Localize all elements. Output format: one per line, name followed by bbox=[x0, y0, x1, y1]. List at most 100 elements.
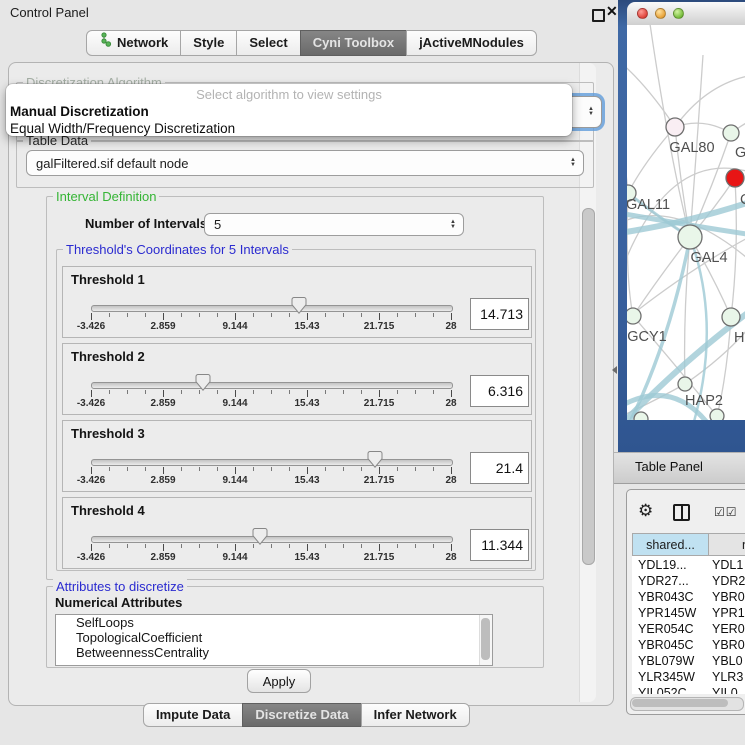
slider-tick bbox=[325, 544, 326, 548]
number-of-intervals-value: 5 bbox=[214, 217, 221, 232]
table-row[interactable]: YBL079WYBL0 bbox=[632, 653, 745, 669]
slider-tick bbox=[415, 390, 416, 394]
slider-tick bbox=[361, 390, 362, 394]
threshold-label: Threshold 2 bbox=[71, 349, 145, 364]
slider-tick bbox=[433, 544, 434, 548]
network-node[interactable] bbox=[666, 118, 684, 136]
threshold-label: Threshold 3 bbox=[71, 426, 145, 441]
tick-label: 9.144 bbox=[222, 475, 247, 486]
table-row[interactable]: YPR145WYPR1 bbox=[632, 605, 745, 621]
tab-label: Impute Data bbox=[156, 704, 230, 726]
slider-tick bbox=[271, 390, 272, 394]
slider-track[interactable] bbox=[91, 382, 453, 389]
network-node[interactable] bbox=[678, 225, 702, 249]
tick-label: 21.715 bbox=[364, 398, 395, 409]
panel-title: Control Panel bbox=[10, 5, 89, 20]
slider-tick bbox=[325, 467, 326, 471]
table-data-combo[interactable]: galFiltered.sif default node ▲▼ bbox=[26, 150, 584, 176]
tab-impute-data[interactable]: Impute Data bbox=[143, 703, 243, 727]
cell-shared-name: YLR345W bbox=[638, 669, 695, 685]
slider-tick bbox=[91, 390, 92, 397]
combo-arrows-icon: ▲▼ bbox=[570, 158, 576, 168]
slider-tick bbox=[379, 467, 380, 474]
float-window-icon[interactable] bbox=[592, 9, 605, 22]
table-row[interactable]: YDR27...YDR2 bbox=[632, 573, 745, 589]
list-scrollbar-thumb[interactable] bbox=[481, 618, 490, 660]
network-node[interactable] bbox=[634, 412, 648, 420]
slider-thumb[interactable] bbox=[368, 451, 383, 468]
network-node-label: HAP2 bbox=[685, 393, 723, 409]
slider-track[interactable] bbox=[91, 536, 453, 543]
list-item[interactable]: BetweennessCentrality bbox=[56, 645, 492, 660]
checkbox-icons[interactable]: ☑☑ bbox=[714, 505, 738, 519]
slider-tick bbox=[109, 467, 110, 471]
slider-tick bbox=[433, 313, 434, 317]
dropdown-item-manual-discretization[interactable]: Manual Discretization bbox=[6, 103, 572, 120]
network-node[interactable] bbox=[710, 409, 724, 420]
slider-tick bbox=[253, 390, 254, 394]
tab-select[interactable]: Select bbox=[236, 30, 300, 56]
threshold-value-field[interactable] bbox=[470, 375, 529, 407]
network-node[interactable] bbox=[722, 308, 740, 326]
slider-tick bbox=[397, 313, 398, 317]
threshold-value-field[interactable] bbox=[470, 452, 529, 484]
cell-shared-name: YDL19... bbox=[638, 557, 687, 573]
cell-name: YLR3 bbox=[712, 669, 743, 685]
tab-label: Network bbox=[117, 31, 168, 55]
network-node-label: GAL80 bbox=[669, 140, 714, 156]
number-of-intervals-combo[interactable]: 5 ▲▼ bbox=[204, 213, 464, 236]
split-columns-icon[interactable] bbox=[673, 504, 690, 521]
minimize-traffic-light[interactable] bbox=[655, 8, 666, 19]
slider-tick bbox=[271, 544, 272, 548]
zoom-traffic-light[interactable] bbox=[673, 8, 684, 19]
gear-icon[interactable]: ⚙ bbox=[638, 501, 653, 521]
slider-track[interactable] bbox=[91, 305, 453, 312]
list-scrollbar-track[interactable] bbox=[479, 615, 492, 665]
tab-style[interactable]: Style bbox=[180, 30, 237, 56]
tab-infer-network[interactable]: Infer Network bbox=[361, 703, 470, 727]
list-item[interactable]: TopologicalCoefficient bbox=[56, 630, 492, 645]
network-node[interactable] bbox=[627, 308, 641, 324]
table-row[interactable]: YLR345W YLR3 bbox=[632, 669, 745, 685]
network-canvas[interactable]: GAL80GACGAL11GAL4GCY1HHAP2 bbox=[627, 25, 745, 420]
tab-cyni-toolbox[interactable]: Cyni Toolbox bbox=[300, 30, 407, 56]
network-node[interactable] bbox=[678, 377, 692, 391]
tab-jactivemnodules[interactable]: jActiveMNodules bbox=[406, 30, 537, 56]
network-node[interactable] bbox=[723, 125, 739, 141]
table-hscrollbar-thumb[interactable] bbox=[632, 699, 728, 707]
tick-label: 15.43 bbox=[294, 475, 319, 486]
table-row[interactable]: YIL052CYIL0 bbox=[632, 685, 745, 694]
close-traffic-light[interactable] bbox=[637, 8, 648, 19]
slider-tick bbox=[217, 544, 218, 548]
slider-thumb[interactable] bbox=[195, 374, 210, 391]
threshold-value-field[interactable] bbox=[470, 298, 529, 330]
slider-thumb[interactable] bbox=[253, 528, 268, 545]
dropdown-placeholder-item[interactable]: Select algorithm to view settings bbox=[6, 84, 572, 103]
slider-tick bbox=[253, 544, 254, 548]
table-row[interactable]: YBR043CYBR0 bbox=[632, 589, 745, 605]
column-header-shared[interactable]: shared... bbox=[632, 533, 709, 556]
table-row[interactable]: YDL19...YDL1 bbox=[632, 557, 745, 573]
table-row[interactable]: YBR045CYBR0 bbox=[632, 637, 745, 653]
network-node-selected[interactable] bbox=[726, 169, 744, 187]
slider-tick bbox=[307, 390, 308, 397]
cell-name: YBR0 bbox=[712, 637, 745, 653]
tab-network[interactable]: Network bbox=[86, 30, 181, 56]
dropdown-item-equal-width[interactable]: Equal Width/Frequency Discretization bbox=[6, 120, 572, 136]
slider-tick bbox=[163, 390, 164, 397]
table-row[interactable]: YER054CYER0 bbox=[632, 621, 745, 637]
apply-button[interactable]: Apply bbox=[247, 669, 311, 693]
slider-thumb[interactable] bbox=[291, 297, 306, 314]
threshold-value-field[interactable] bbox=[470, 529, 529, 561]
panel-scrollbar-thumb[interactable] bbox=[582, 208, 595, 565]
cell-shared-name: YBL079W bbox=[638, 653, 694, 669]
number-of-intervals-label: Number of Intervals bbox=[85, 216, 207, 231]
close-icon[interactable]: ✕ bbox=[606, 3, 618, 20]
slider-track[interactable] bbox=[91, 459, 453, 466]
list-item[interactable]: SelfLoops bbox=[56, 615, 492, 630]
column-header-name[interactable]: na bbox=[708, 533, 745, 556]
panel-divider-collapse-icon[interactable] bbox=[612, 366, 617, 374]
tab-discretize-data[interactable]: Discretize Data bbox=[242, 703, 361, 727]
tab-label: Infer Network bbox=[374, 704, 457, 726]
numerical-attributes-list[interactable]: SelfLoopsTopologicalCoefficientBetweenne… bbox=[55, 614, 493, 666]
